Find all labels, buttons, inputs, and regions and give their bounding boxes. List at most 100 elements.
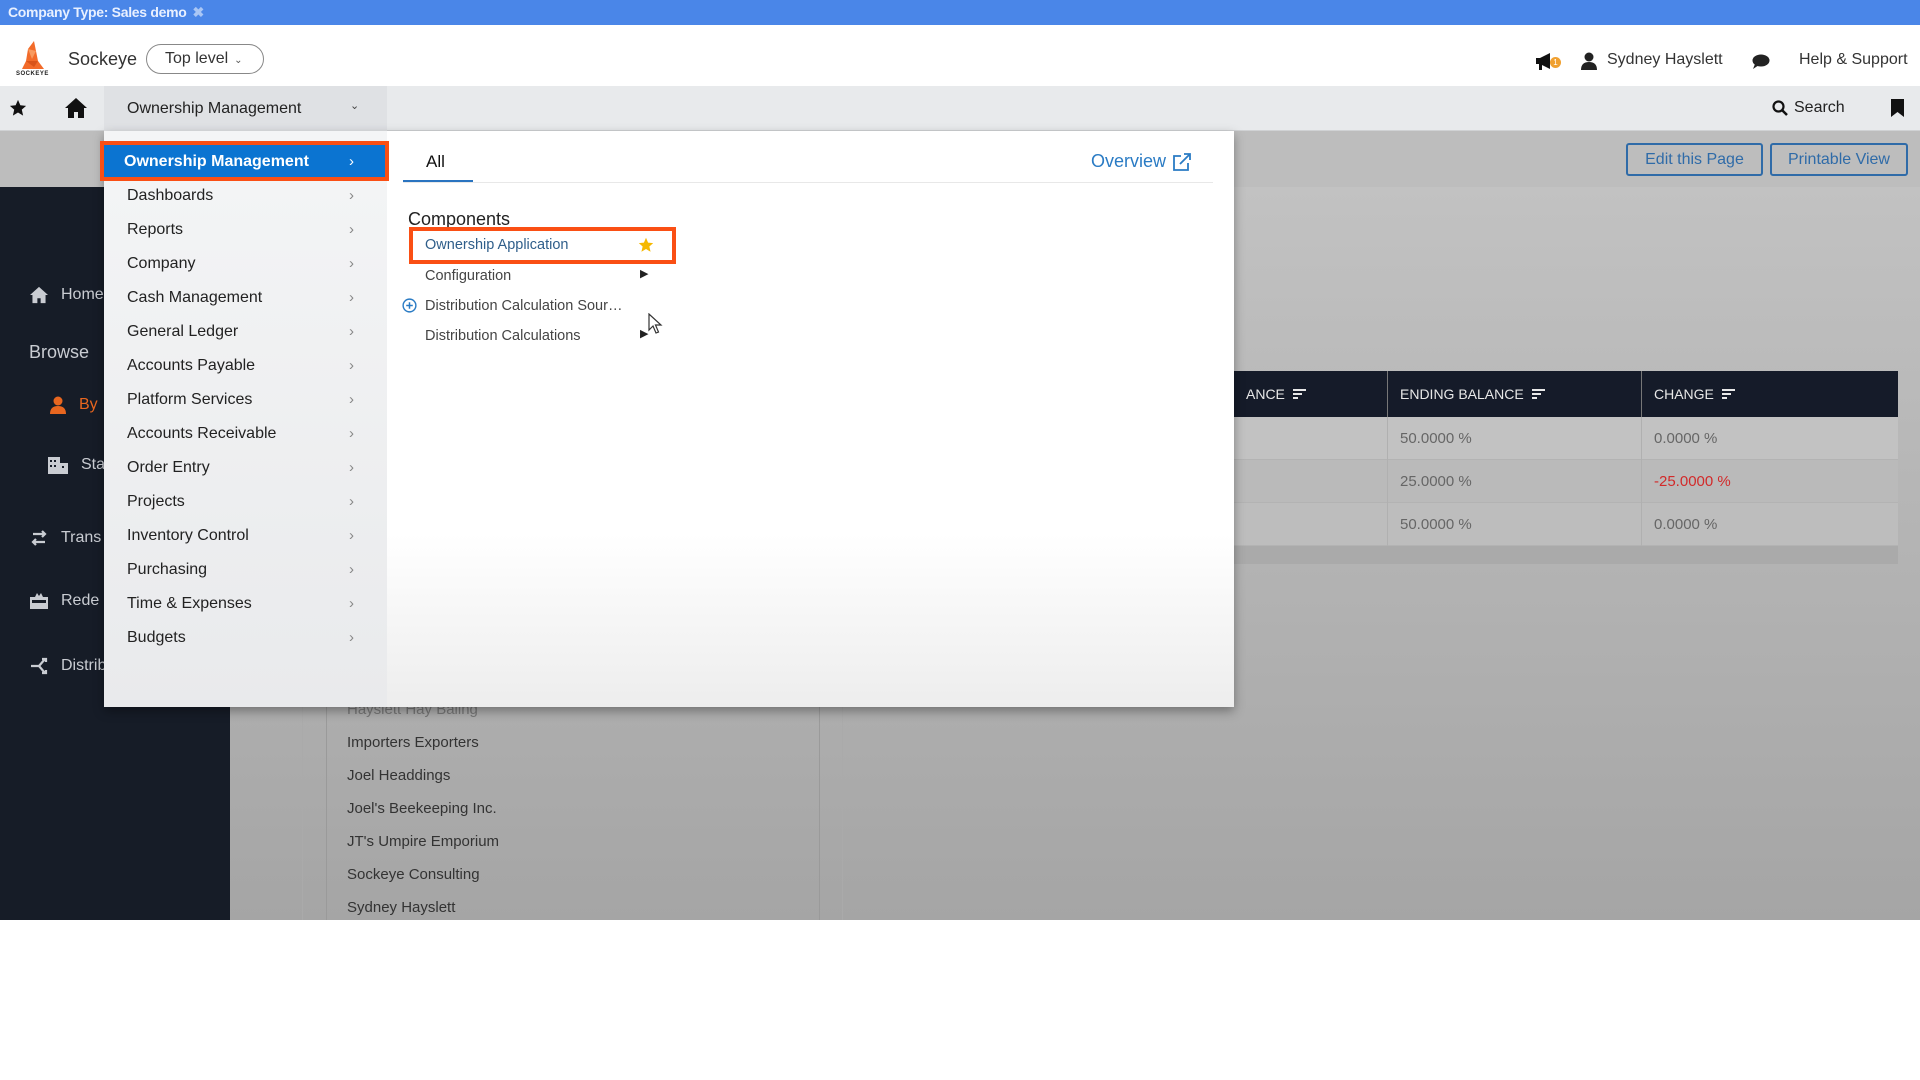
menu-item-accounts-receivable[interactable]: Accounts Receivable › — [104, 417, 387, 451]
table-row[interactable]: 50.0000 % 0.0000 % — [1234, 417, 1898, 460]
menu-item-time-expenses[interactable]: Time & Expenses › — [104, 587, 387, 621]
sort-icon[interactable] — [1721, 389, 1735, 399]
redeem-icon — [30, 593, 48, 609]
chevron-right-icon: › — [349, 459, 354, 476]
table-cell-ending-balance: 50.0000 % — [1388, 417, 1642, 460]
column-header-ending-balance[interactable]: ENDING BALANCE — [1388, 371, 1642, 417]
user-menu[interactable]: Sydney Hayslett — [1607, 51, 1723, 69]
tab-divider — [403, 182, 1213, 183]
chevron-right-icon: › — [349, 221, 354, 238]
customer-list-item[interactable]: Importers Exporters — [347, 734, 479, 751]
customer-list-item[interactable]: Sydney Hayslett — [347, 899, 455, 916]
company-type-label: Company Type: Sales demo — [8, 4, 187, 20]
sidebar-item-sta[interactable]: Sta — [47, 455, 105, 475]
column-header-beginning-balance[interactable]: ANCE — [1234, 371, 1388, 417]
favorite-star-icon[interactable] — [638, 237, 654, 253]
home-icon[interactable] — [64, 97, 88, 119]
sidebar-item-by[interactable]: By — [49, 396, 98, 414]
chevron-right-icon: › — [349, 391, 354, 408]
menu-item-projects[interactable]: Projects › — [104, 485, 387, 519]
sidebar-browse-heading: Browse — [29, 342, 90, 362]
top-header: SOCKEYE Sockeye Top level ⌄ 1 Sydney Hays… — [0, 25, 1920, 86]
table-footer — [1234, 546, 1898, 564]
menu-item-accounts-payable[interactable]: Accounts Payable › — [104, 349, 387, 383]
transfer-icon — [31, 530, 47, 546]
customer-list-item[interactable]: Sockeye Consulting — [347, 866, 480, 883]
menu-item-inventory-control[interactable]: Inventory Control › — [104, 519, 387, 553]
sort-icon[interactable] — [1531, 389, 1545, 399]
edit-page-button[interactable]: Edit this Page — [1626, 143, 1763, 176]
module-list: Ownership Management › Dashboards › Repor… — [100, 131, 389, 707]
table-row[interactable]: 25.0000 % -25.0000 % — [1234, 460, 1898, 503]
sidebar-item-distributions[interactable]: Distrib — [29, 656, 106, 676]
table-row[interactable]: 50.0000 % 0.0000 % — [1234, 503, 1898, 546]
user-icon — [50, 396, 66, 414]
entity-level-value: Top level — [165, 50, 229, 67]
component-distribution-calculation-source[interactable]: Distribution Calculation Sour… — [425, 292, 665, 320]
menu-item-label: Dashboards — [127, 187, 214, 204]
table-cell — [1234, 417, 1388, 460]
menu-item-general-ledger[interactable]: General Ledger › — [104, 315, 387, 349]
menu-item-order-entry[interactable]: Order Entry › — [104, 451, 387, 485]
component-configuration[interactable]: Configuration ▶ — [425, 262, 665, 290]
menu-item-dashboards[interactable]: Dashboards › — [104, 179, 387, 213]
menu-item-reports[interactable]: Reports › — [104, 213, 387, 247]
sort-icon[interactable] — [1292, 389, 1306, 399]
customer-list-item[interactable]: Joel's Beekeeping Inc. — [347, 800, 497, 817]
menu-item-cash-management[interactable]: Cash Management › — [104, 281, 387, 315]
sidebar-item-label: By — [79, 396, 98, 413]
menu-item-label: Accounts Receivable — [127, 425, 277, 442]
module-selector[interactable]: Ownership Management ⌄ — [104, 86, 387, 131]
printable-view-button[interactable]: Printable View — [1770, 143, 1908, 176]
menu-item-label: Ownership Management — [124, 153, 309, 170]
search-button[interactable]: Search — [1772, 99, 1845, 117]
home-icon — [30, 286, 48, 304]
menu-item-purchasing[interactable]: Purchasing › — [104, 553, 387, 587]
sidebar-item-home[interactable]: Home — [29, 286, 104, 304]
module-navbar: Ownership Management ⌄ Search — [0, 86, 1920, 131]
menu-item-budgets[interactable]: Budgets › — [104, 621, 387, 655]
menu-item-platform-services[interactable]: Platform Services › — [104, 383, 387, 417]
chevron-right-icon: › — [349, 595, 354, 612]
favorites-star-icon[interactable] — [9, 99, 27, 117]
tab-all[interactable]: All — [403, 143, 473, 183]
company-type-banner: Company Type: Sales demo ✖ — [0, 0, 1920, 25]
chevron-right-icon: › — [349, 527, 354, 544]
customer-list-item[interactable]: Joel Headdings — [347, 767, 450, 784]
column-header-label: CHANGE — [1654, 386, 1714, 402]
menu-item-company[interactable]: Company › — [104, 247, 387, 281]
menu-item-label: Platform Services — [127, 391, 253, 408]
external-link-icon — [1173, 152, 1191, 171]
menu-item-label: Projects — [127, 493, 185, 510]
table-cell-change: 0.0000 % — [1654, 516, 1718, 533]
help-support-link[interactable]: Help & Support — [1799, 51, 1908, 69]
customer-list-item[interactable]: JT's Umpire Emporium — [347, 833, 499, 850]
chevron-right-icon: › — [349, 323, 354, 340]
components-heading: Components — [408, 209, 511, 229]
building-icon — [48, 457, 68, 474]
column-header-label: ENDING BALANCE — [1400, 386, 1524, 402]
table-cell-ending-balance: 25.0000 % — [1388, 460, 1642, 503]
component-label: Ownership Application — [425, 237, 569, 253]
component-label: Distribution Calculation Sour… — [425, 298, 623, 314]
sidebar-item-redemptions[interactable]: Rede — [29, 592, 99, 610]
component-distribution-calculations[interactable]: Distribution Calculations ▶ — [425, 322, 665, 350]
add-circle-icon[interactable] — [402, 298, 417, 313]
chevron-down-icon: ⌄ — [234, 55, 243, 66]
overview-link[interactable]: Overview — [1091, 151, 1192, 172]
chevron-right-icon: › — [349, 153, 354, 170]
menu-item-label: Order Entry — [127, 459, 210, 476]
column-header-change[interactable]: CHANGE — [1642, 371, 1898, 417]
chat-icon[interactable] — [1752, 54, 1770, 69]
menu-item-ownership-management[interactable]: Ownership Management › — [104, 145, 387, 179]
sidebar-item-label: Trans — [61, 529, 102, 546]
sidebar-item-transfers[interactable]: Trans — [29, 529, 101, 547]
entity-level-selector[interactable]: Top level ⌄ — [146, 44, 264, 74]
chevron-right-icon: › — [349, 629, 354, 646]
chevron-right-icon: › — [349, 357, 354, 374]
bookmark-icon[interactable] — [1891, 99, 1904, 117]
sidebar-item-label: Rede — [61, 592, 100, 609]
sidebar-item-label: Home — [61, 286, 104, 303]
component-ownership-application[interactable]: Ownership Application — [425, 231, 665, 259]
close-icon[interactable]: ✖ — [192, 4, 204, 20]
